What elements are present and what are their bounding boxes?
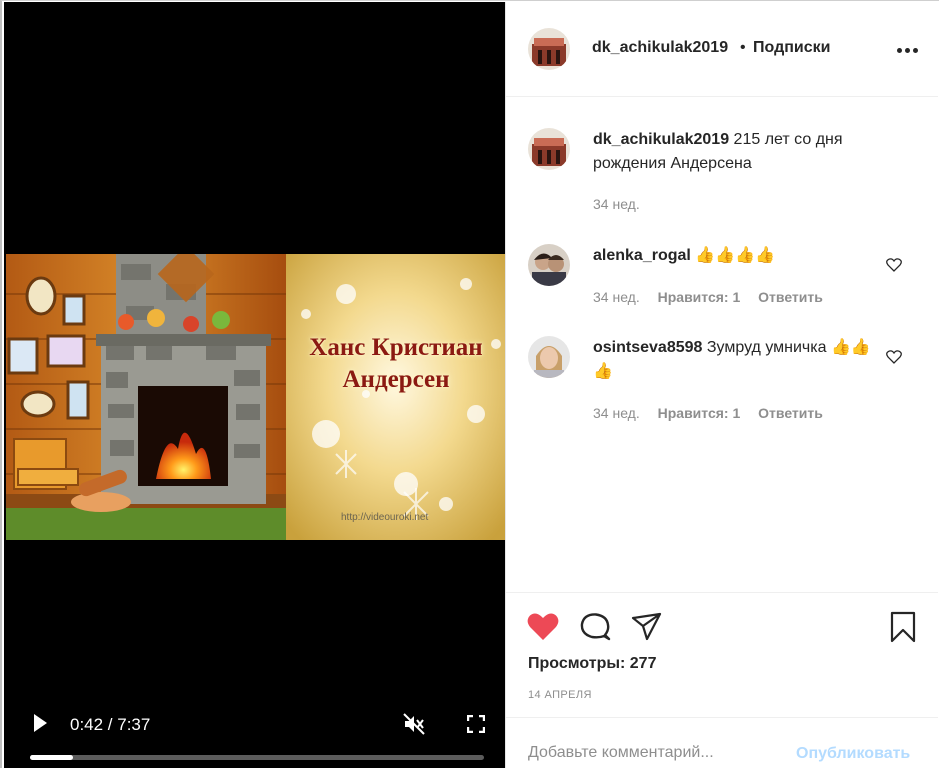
comment-time[interactable]: 34 нед. bbox=[593, 405, 640, 421]
caption-avatar[interactable] bbox=[528, 128, 570, 170]
heart-icon[interactable] bbox=[526, 611, 560, 643]
comment-meta: 34 нед. Нравится: 1 Ответить bbox=[593, 289, 837, 305]
video-frame: Ханс Кристиан Андерсен http://videouroki… bbox=[6, 254, 505, 540]
video-title-line1: Ханс Кристиан bbox=[309, 334, 483, 361]
avatar[interactable] bbox=[528, 28, 570, 70]
video-time: 0:42 / 7:37 bbox=[70, 715, 151, 734]
share-icon[interactable] bbox=[630, 611, 664, 643]
fullscreen-icon[interactable] bbox=[467, 715, 485, 733]
comments-list: dk_achikulak2019 215 лет со дня рождения… bbox=[506, 98, 938, 592]
heart-icon[interactable] bbox=[886, 258, 902, 272]
play-icon[interactable] bbox=[32, 713, 48, 733]
post-side-panel: dk_achikulak2019 • Подписки dk_achikulak… bbox=[505, 2, 939, 768]
video-title-line2: Андерсен bbox=[342, 366, 450, 393]
list-item: alenka_rogal 👍👍👍👍 bbox=[593, 244, 883, 268]
video-player[interactable]: Ханс Кристиан Андерсен http://videouroki… bbox=[4, 2, 505, 768]
video-still-image bbox=[6, 254, 505, 540]
bookmark-icon[interactable] bbox=[886, 611, 920, 643]
comment-likes[interactable]: Нравится: 1 bbox=[658, 405, 741, 421]
header-username[interactable]: dk_achikulak2019 bbox=[592, 39, 728, 57]
post-date[interactable]: 14 АПРЕЛЯ bbox=[528, 689, 592, 701]
more-icon[interactable] bbox=[897, 48, 919, 54]
heart-icon[interactable] bbox=[886, 350, 902, 364]
caption-time[interactable]: 34 нед. bbox=[593, 196, 640, 212]
comment-avatar[interactable] bbox=[528, 244, 570, 286]
video-controls: 0:42 / 7:37 bbox=[4, 699, 505, 768]
video-progress-bar[interactable] bbox=[30, 755, 484, 760]
publish-button[interactable]: Опубликовать bbox=[796, 745, 910, 763]
comment-icon[interactable] bbox=[578, 611, 612, 643]
video-watermark: http://videouroki.net bbox=[341, 512, 429, 523]
comment-username[interactable]: osintseva8598 bbox=[593, 339, 702, 356]
comment-input[interactable] bbox=[528, 744, 778, 762]
views-count[interactable]: Просмотры: 277 bbox=[528, 655, 656, 673]
video-title-overlay: Ханс Кристиан Андерсен bbox=[296, 332, 496, 396]
add-comment-bar: Опубликовать bbox=[506, 717, 938, 768]
comment-username[interactable]: alenka_rogal bbox=[593, 247, 691, 264]
instagram-post-modal: Ханс Кристиан Андерсен http://videouroki… bbox=[0, 0, 939, 768]
caption-meta: 34 нед. bbox=[593, 196, 654, 212]
reply-button[interactable]: Ответить bbox=[758, 405, 823, 421]
caption-username[interactable]: dk_achikulak2019 bbox=[593, 131, 729, 148]
header-separator: • bbox=[740, 39, 746, 56]
reply-button[interactable]: Ответить bbox=[758, 289, 823, 305]
comment-time[interactable]: 34 нед. bbox=[593, 289, 640, 305]
mute-icon[interactable] bbox=[403, 713, 425, 735]
post-actions: Просмотры: 277 14 АПРЕЛЯ bbox=[506, 592, 938, 717]
following-button[interactable]: Подписки bbox=[753, 39, 830, 57]
comment-meta: 34 нед. Нравится: 1 Ответить bbox=[593, 405, 837, 421]
list-item: osintseva8598 Зумруд умничка 👍👍👍 bbox=[593, 336, 883, 384]
comment-likes[interactable]: Нравится: 1 bbox=[658, 289, 741, 305]
post-header: dk_achikulak2019 • Подписки bbox=[506, 2, 938, 97]
video-progress-fill bbox=[30, 755, 74, 760]
caption-text: dk_achikulak2019 215 лет со дня рождения… bbox=[593, 128, 883, 176]
comment-body: 👍👍👍👍 bbox=[695, 247, 775, 264]
comment-avatar[interactable] bbox=[528, 336, 570, 378]
